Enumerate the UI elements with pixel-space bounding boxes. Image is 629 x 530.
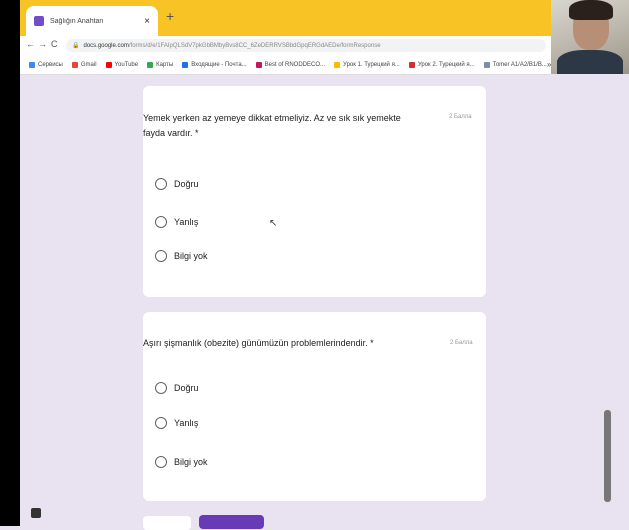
new-tab-icon[interactable]: + <box>166 8 174 24</box>
q1-option-dogru[interactable]: Doğru <box>155 178 199 190</box>
bookmark-label: YouTube <box>114 61 139 68</box>
bookmark-favicon-icon <box>408 61 415 68</box>
url-path: /forms/d/e/1FAIpQLSdV7pkGbBMbyBvs8CC_6Ze… <box>128 42 381 49</box>
bookmark-item[interactable]: Gmail <box>71 61 97 68</box>
clear-form-button[interactable] <box>143 516 191 530</box>
bookmark-label: Урок 1. Турецкий я... <box>343 61 400 68</box>
bookmark-item[interactable]: Входящие - Почта... <box>182 61 247 68</box>
mouse-cursor-icon: ↖ <box>269 218 278 229</box>
radio-icon[interactable] <box>155 456 167 468</box>
scrollbar-thumb[interactable] <box>604 410 611 502</box>
q1-option-yanlis[interactable]: Yanlış <box>155 216 198 228</box>
question-card-1: Yemek yerken az yemeye dikkat etmeliyiz.… <box>143 86 486 297</box>
forward-icon[interactable]: → <box>38 39 47 49</box>
bookmark-item[interactable]: Тоmer A1/A2/B1/B... <box>483 61 547 68</box>
question-card-2: Aşırı şişmanlık (obezite) günümüzün prob… <box>143 312 486 501</box>
radio-icon[interactable] <box>155 417 167 429</box>
back-icon[interactable]: ← <box>26 39 35 49</box>
tab-title: Sağlığın Anahtarı <box>50 17 104 25</box>
q1-option-bilgi-yok[interactable]: Bilgi yok <box>155 250 208 262</box>
address-bar-row: ← → C 🔒 docs.google.com /forms/d/e/1FAIp… <box>20 36 551 55</box>
webcam-person-hair <box>569 0 613 20</box>
option-label: Yanlış <box>174 418 199 428</box>
url-domain: docs.google.com <box>83 42 129 49</box>
radio-icon[interactable] <box>155 250 167 262</box>
forms-favicon-icon <box>34 16 44 26</box>
left-edge-bar <box>0 0 20 526</box>
bookmark-label: Карты <box>156 61 174 68</box>
question-1-text: Yemek yerken az yemeye dikkat etmeliyiz.… <box>143 113 401 139</box>
bookmark-favicon-icon <box>29 61 35 68</box>
question-1-points: 2 Балла <box>449 114 472 120</box>
close-tab-icon[interactable]: × <box>144 16 150 27</box>
tab-strip: Sağlığın Anahtarı × + <box>20 0 629 36</box>
bookmark-label: Best of RNODDECO... <box>264 61 326 68</box>
bookmark-favicon-icon <box>334 61 341 68</box>
option-label: Doğru <box>174 383 199 393</box>
q2-option-bilgi-yok[interactable]: Bilgi yok <box>155 456 208 468</box>
option-label: Bilgi yok <box>174 457 208 467</box>
radio-icon[interactable] <box>155 382 167 394</box>
submit-button[interactable] <box>199 515 264 529</box>
bookmark-favicon-icon <box>147 61 154 68</box>
bookmark-label: Входящие - Почта... <box>191 61 247 68</box>
bookmark-label: Сервисы <box>38 61 63 68</box>
radio-icon[interactable] <box>155 216 167 228</box>
webcam-overlay <box>551 0 629 74</box>
more-bookmarks-icon[interactable]: » <box>547 60 551 69</box>
browser-tab[interactable]: Sağlığın Anahtarı × <box>26 6 158 36</box>
bookmark-item[interactable]: Best of RNODDECO... <box>255 61 326 68</box>
bookmark-favicon-icon <box>182 61 189 68</box>
reload-icon[interactable]: C <box>51 39 58 49</box>
url-field[interactable]: 🔒 docs.google.com /forms/d/e/1FAIpQLSdV7… <box>66 39 546 52</box>
bookmark-item[interactable]: Урок 2. Турецкий я... <box>408 61 475 68</box>
option-label: Yanlış <box>174 217 199 227</box>
bookmarks-bar: Сервисы Gmail YouTube Карты Входящие - Почта… <box>20 55 551 75</box>
feedback-icon[interactable] <box>31 508 41 518</box>
question-2-text: Aşırı şişmanlık (obezite) günümüzün prob… <box>143 338 374 348</box>
q2-option-dogru[interactable]: Doğru <box>155 382 199 394</box>
bookmark-favicon-icon <box>483 61 490 68</box>
bookmark-item[interactable]: Сервисы <box>29 61 63 68</box>
question-2-points: 2 Балла <box>450 340 473 346</box>
option-label: Doğru <box>174 179 199 189</box>
bookmark-item[interactable]: Карты <box>147 61 174 68</box>
bookmark-label: Тоmer A1/A2/B1/B... <box>492 61 547 68</box>
bookmark-favicon-icon <box>255 61 262 68</box>
bookmark-favicon-icon <box>105 61 112 68</box>
bookmark-item[interactable]: Урок 1. Турецкий я... <box>334 61 400 68</box>
webcam-person-body <box>557 50 623 74</box>
radio-icon[interactable] <box>155 178 167 190</box>
bookmark-item[interactable]: YouTube <box>105 61 139 68</box>
option-label: Bilgi yok <box>174 251 208 261</box>
bookmark-favicon-icon <box>71 61 78 68</box>
lock-icon: 🔒 <box>72 43 80 49</box>
bookmark-label: Gmail <box>80 61 97 68</box>
bookmark-label: Урок 2. Турецкий я... <box>417 61 475 68</box>
q2-option-yanlis[interactable]: Yanlış <box>155 417 198 429</box>
